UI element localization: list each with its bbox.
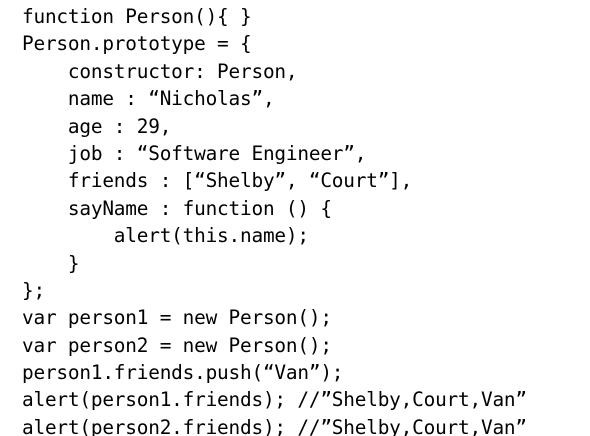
code-line-alert-name: alert(this.name); [22,224,309,248]
code-line-prototype-assignment: Person.prototype = { [22,32,252,56]
code-line-alert-person2-friends: alert(person2.friends); //”Shelby,Court,… [22,415,527,436]
code-line-job-property: job : “Software Engineer”, [22,141,367,165]
code-line-person1-declaration: var person1 = new Person(); [22,306,332,330]
code-line-prototype-close: }; [22,278,45,302]
code-line-person2-declaration: var person2 = new Person(); [22,333,332,357]
code-line-name-property: name : “Nicholas”, [22,87,275,111]
code-line-constructor-property: constructor: Person, [22,59,298,83]
code-line-function-close: } [22,251,80,275]
javascript-code-block: function Person(){ } Person.prototype = {… [22,3,586,436]
code-line-push-friend: person1.friends.push(“Van”); [22,361,344,385]
code-line-alert-person1-friends: alert(person1.friends); //”Shelby,Court,… [22,388,527,412]
code-line-friends-property: friends : [“Shelby”, “Court”], [22,169,413,193]
code-line-person-constructor: function Person(){ } [22,5,252,28]
code-line-age-property: age : 29, [22,114,172,138]
code-line-sayname-function: sayName : function () { [22,196,332,220]
code-slide: function Person(){ } Person.prototype = {… [0,0,590,436]
